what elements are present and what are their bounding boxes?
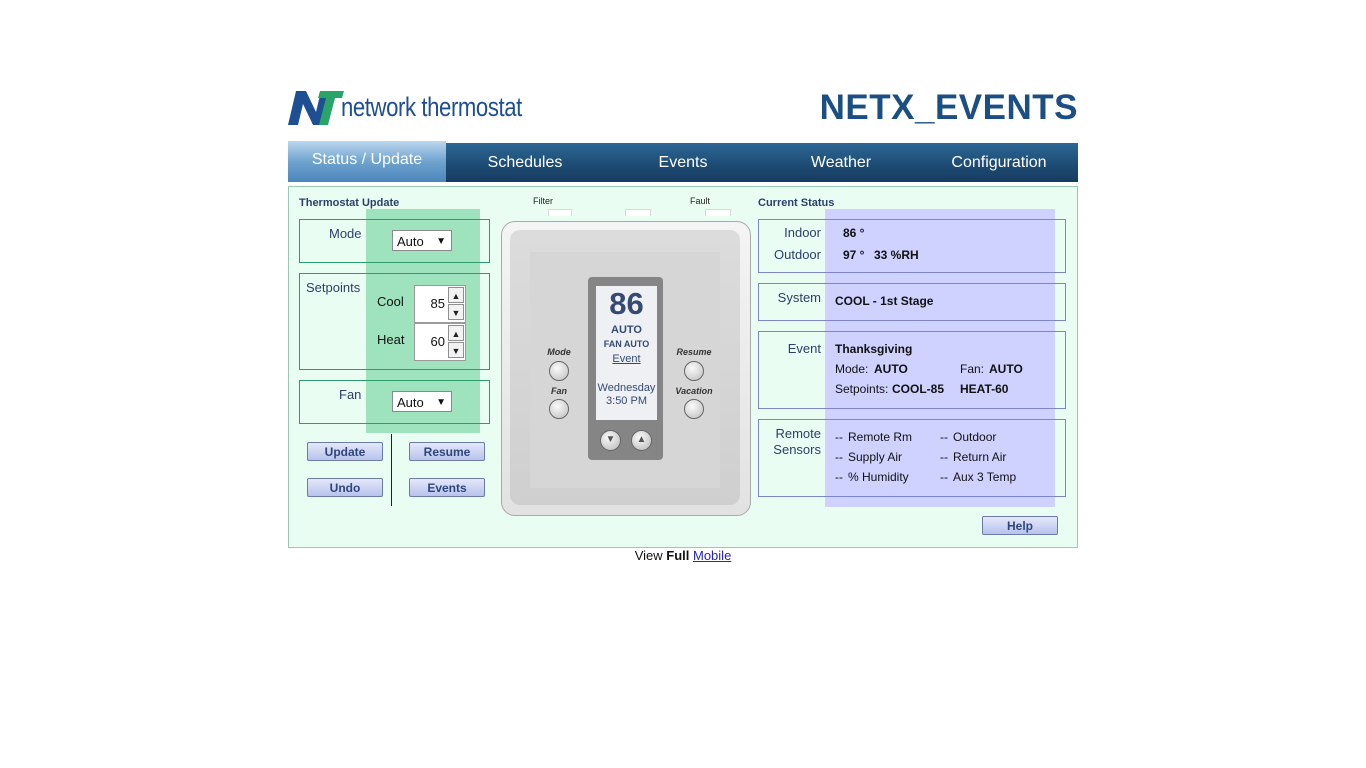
cool-setpoint-value: 85 [430,296,445,311]
device-resume-label: Resume [676,347,712,357]
mode-label: Mode [329,226,362,241]
current-status-title: Current Status [758,197,835,209]
sensor-value: -- [835,450,843,464]
events-button[interactable]: Events [409,478,485,497]
heat-setpoint-stepper[interactable]: 60 ▲ ▼ [414,323,466,361]
remote-label: Remote [775,426,821,441]
fault-indicator [705,209,731,216]
sensors-label: Sensors [773,442,821,457]
update-button[interactable]: Update [307,442,383,461]
event-fan-value: AUTO [989,362,1023,376]
device-mode-label: Mode [547,347,571,357]
tab-events[interactable]: Events [604,143,762,182]
dropdown-arrow-icon: ▼ [436,397,446,408]
cool-label: Cool [377,294,404,309]
sensor-value: -- [940,470,948,484]
display-mode: AUTO [611,324,642,336]
device-vacation-label: Vacation [675,386,713,396]
tab-weather[interactable]: Weather [762,143,920,182]
event-mode-key: Mode: [835,362,869,376]
main-nav: Status / Update Schedules Events Weather… [288,141,1078,182]
button-divider [391,434,392,506]
sensor-value: -- [940,430,948,444]
cool-up-icon[interactable]: ▲ [448,287,464,303]
outdoor-label: Outdoor [774,247,821,262]
outdoor-humidity: 33 %RH [874,248,919,262]
chevron-down-icon[interactable]: ▼ [600,430,621,451]
fan-select-value: Auto [397,395,424,410]
cool-down-icon[interactable]: ▼ [448,304,464,320]
event-label: Event [787,341,821,356]
tab-configuration[interactable]: Configuration [920,143,1078,182]
display-fan: FAN AUTO [603,339,650,349]
thermostat-screen: 86 AUTO FAN AUTO Event Wednesday 3:50 PM [596,286,657,420]
display-temperature: 86 [609,286,644,321]
device-fan-label: Fan [550,386,567,396]
help-button[interactable]: Help [982,516,1058,535]
display-time: 3:50 PM [606,395,647,407]
system-value: COOL - 1st Stage [835,294,934,308]
tab-schedules[interactable]: Schedules [446,143,604,182]
mode-select-value: Auto [397,234,424,249]
outdoor-temp: 97 ° [843,248,865,262]
filter-label: Filter [533,196,553,206]
view-mobile-link[interactable]: Mobile [693,548,731,563]
view-full: Full [666,548,690,563]
page-title: NETX_EVENTS [819,88,1078,127]
filter-indicator [548,209,572,216]
event-name: Thanksgiving [835,342,913,356]
fault-label: Fault [690,196,711,206]
undo-button[interactable]: Undo [307,478,383,497]
display-day: Wednesday [597,382,656,394]
event-setpoints-cool: COOL-85 [892,382,945,396]
sensor-value: -- [940,450,948,464]
heat-setpoint-value: 60 [430,334,445,349]
heat-down-icon[interactable]: ▼ [448,342,464,358]
sensor-name: Aux 3 Temp [953,470,1017,484]
device-fan-button[interactable] [549,399,569,419]
dropdown-arrow-icon: ▼ [436,236,446,247]
center-indicator [625,209,651,216]
device-vacation-button[interactable] [684,399,704,419]
heat-label: Heat [377,332,405,347]
sensor-name: Remote Rm [848,430,913,444]
display-event-link[interactable]: Event [596,353,657,365]
heat-up-icon[interactable]: ▲ [448,325,464,341]
event-setpoints-key: Setpoints: [835,382,889,396]
chevron-up-icon[interactable]: ▲ [631,430,652,451]
event-fan-key: Fan: [960,362,985,376]
fan-label: Fan [339,387,362,402]
fan-select[interactable]: Auto ▼ [392,391,452,412]
indoor-value: 86 ° [843,226,865,240]
event-setpoints-heat: HEAT-60 [960,382,1009,396]
cool-setpoint-stepper[interactable]: 85 ▲ ▼ [414,285,466,323]
setpoints-label: Setpoints [306,280,361,295]
sensor-value: -- [835,430,843,444]
logo-text: network thermostat [341,92,522,122]
sensor-value: -- [835,470,843,484]
tab-status-update[interactable]: Status / Update [288,141,446,182]
sensor-name: Outdoor [953,430,997,444]
mode-select[interactable]: Auto ▼ [392,230,452,251]
device-resume-button[interactable] [684,361,704,381]
indoor-label: Indoor [784,225,821,240]
view-label: View [634,548,663,563]
resume-button[interactable]: Resume [409,442,485,461]
event-mode-value: AUTO [874,362,908,376]
system-label: System [777,290,821,305]
sensor-name: % Humidity [848,470,909,484]
view-switcher: View Full Mobile [0,548,1366,563]
sensor-name: Return Air [953,450,1007,464]
device-mode-button[interactable] [549,361,569,381]
sensor-name: Supply Air [848,450,903,464]
thermostat-update-title: Thermostat Update [299,197,400,209]
